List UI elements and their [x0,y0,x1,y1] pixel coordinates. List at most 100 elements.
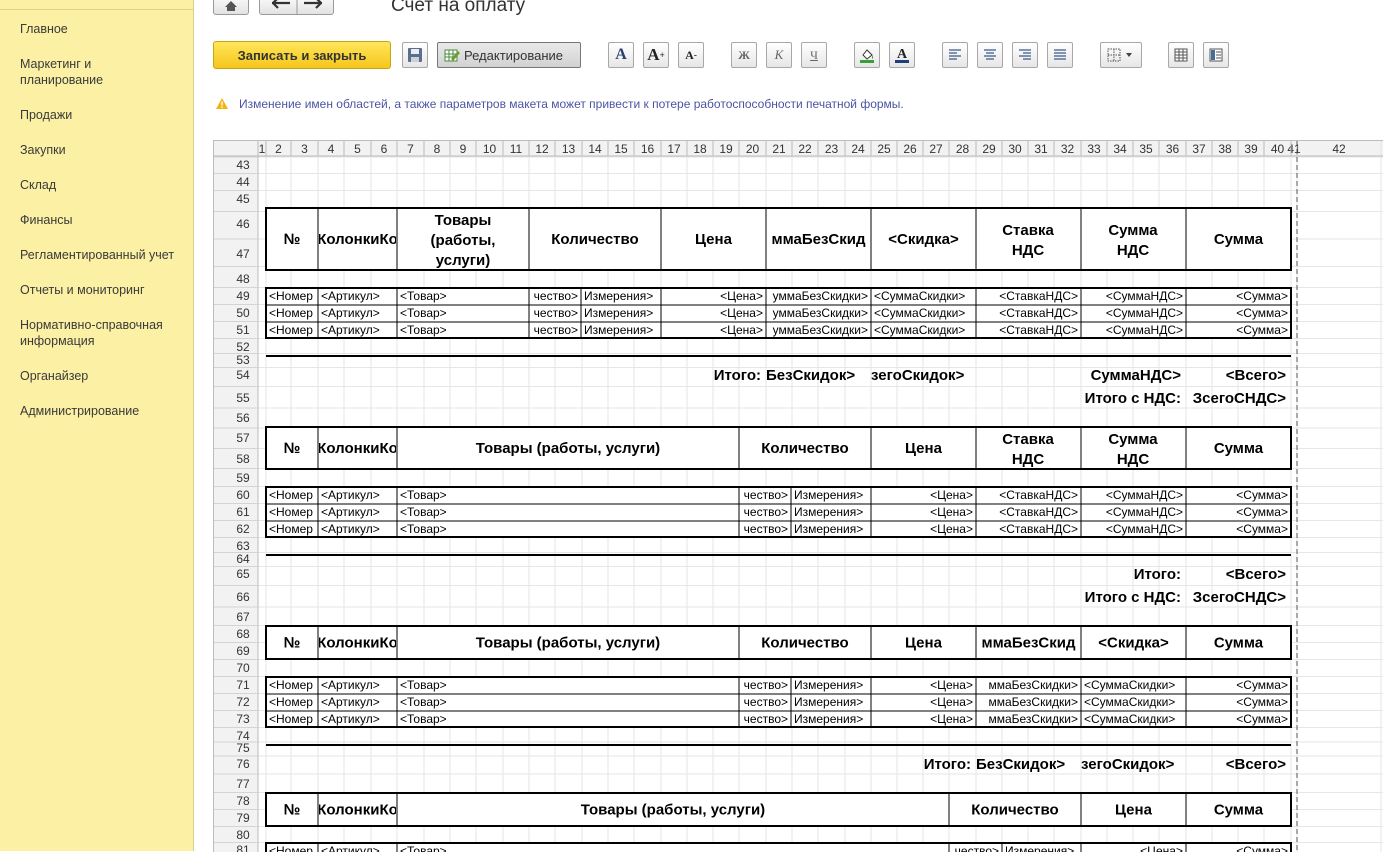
column-number: 7 [407,142,414,156]
row-number: 47 [236,247,250,261]
align-justify-button[interactable] [1047,42,1073,68]
spreadsheet-canvas[interactable]: 1 2 3 4 5 6 7 8 9 10 11 12 13 14 15 16 17 18 19 20 21 22 23 24 2… [214,141,1383,852]
column-number: 19 [719,142,733,156]
edit-mode-label: Редактирование [464,47,564,63]
cell-text: <Цена> [720,306,763,320]
column-number: 8 [434,142,441,156]
cell-text: Измерения> [794,695,863,709]
save-and-close-button[interactable]: Записать и закрыть [213,41,391,69]
sidebar-item-finance[interactable]: Финансы [20,212,185,228]
forward-arrow-icon[interactable] [304,0,322,9]
sidebar-item-organizer[interactable]: Органайзер [20,368,185,384]
cell-text: чество> [534,289,578,303]
column-number: 33 [1087,142,1101,156]
cell-text: Измерения> [794,488,863,502]
italic-button[interactable]: К [766,42,792,68]
bold-button[interactable]: Ж [731,42,757,68]
fill-color-button[interactable] [854,42,880,68]
column-number: 12 [535,142,549,156]
row-number: 58 [236,452,250,466]
cell-text: Измерения> [794,505,863,519]
cell-text: <СтавкаНДС> [999,522,1078,536]
cell-text: <Сумма> [1236,323,1288,337]
underline-button[interactable]: Ч [801,42,827,68]
column-number: 39 [1244,142,1258,156]
cell-text: <Товар> [400,289,447,303]
align-right-button[interactable] [1012,42,1038,68]
align-left-icon [949,49,961,60]
spreadsheet-editor[interactable]: 1 2 3 4 5 6 7 8 9 10 11 12 13 14 15 16 17 18 19 20 21 22 23 24 2… [213,140,1383,852]
row-number: 48 [236,272,250,286]
column-heading: № [284,635,301,652]
align-left-button[interactable] [942,42,968,68]
row-number: 65 [236,567,250,581]
column-number: 42 [1332,142,1346,156]
warning-icon [216,98,228,109]
sidebar-item-sales[interactable]: Продажи [20,107,185,123]
font-shrink-icon: A [685,47,694,62]
align-justify-icon [1054,49,1066,60]
decrease-font-button[interactable]: A- [678,42,704,68]
row-number: 75 [236,741,250,755]
cell-text: Измерения> [794,678,863,692]
column-heading: услуги) [436,252,490,269]
column-number: 18 [693,142,707,156]
row-number: 72 [236,695,250,709]
increase-font-button[interactable]: A + [643,42,669,68]
cell-text: <СуммаНДС> [1106,289,1183,303]
sidebar-item-administration[interactable]: Администрирование [20,403,185,419]
align-center-button[interactable] [977,42,1003,68]
cell-text: <Артикул> [321,522,380,536]
row-number: 53 [236,353,250,367]
sidebar-item-regulated-accounting[interactable]: Регламентированный учет [20,247,185,263]
sidebar: Главное Маркетинг и планирование Продажи … [0,0,194,851]
sidebar-item-reference[interactable]: Нормативно-справочная информация [20,317,185,349]
column-heading: Сумма [1214,440,1264,457]
total-label: Итого: [714,367,761,384]
column-number: 5 [354,142,361,156]
cell-text: <Артикул> [321,678,380,692]
row-number: 49 [236,289,250,303]
column-heading: Количество [971,802,1058,819]
sidebar-item-warehouse[interactable]: Склад [20,177,185,193]
cell-text: <Артикул> [321,505,380,519]
home-button[interactable] [213,0,249,15]
cell-text: <СтавкаНДС> [999,488,1078,502]
cell-text: Измерения> [584,323,653,337]
row-number: 54 [236,368,250,382]
back-arrow-icon[interactable] [272,0,290,9]
column-heading: Товары (работы, услуги) [581,802,765,819]
text-color-button[interactable]: A [889,42,915,68]
column-number: 15 [614,142,628,156]
column-number: 20 [746,142,760,156]
total-label: Итого: [1134,566,1181,583]
cell-text: чество> [744,678,788,692]
cell-text: <Цена> [930,678,973,692]
column-number: 32 [1061,142,1075,156]
cell-text: <СуммаСкидки> [1084,695,1175,709]
column-heading: ммаБезСкид [772,231,866,248]
row-number: 78 [236,794,250,808]
row-number: 63 [236,539,250,553]
cell-text: <Сумма> [1236,289,1288,303]
sidebar-item-main[interactable]: Главное [20,21,185,37]
column-number: 4 [328,142,335,156]
layout-button[interactable] [1203,42,1229,68]
sidebar-item-marketing[interactable]: Маркетинг и планирование [20,56,185,88]
cell-text: <Номер [269,488,313,502]
cell-text: чество> [744,488,788,502]
column-number: 22 [798,142,812,156]
table-button[interactable] [1168,42,1194,68]
sidebar-item-reports[interactable]: Отчеты и мониторинг [20,282,185,298]
borders-dropdown[interactable] [1100,42,1142,68]
total-value: <Всего> [1226,367,1286,384]
row-number: 59 [236,471,250,485]
font-button[interactable]: A [608,42,634,68]
cell-text: <Товар> [400,488,447,502]
save-button[interactable] [402,42,428,68]
edit-mode-toggle[interactable]: Редактирование [437,42,581,68]
cell-text: <Номер [269,522,313,536]
row-number: 77 [236,777,250,791]
cell-text: уммаБезСкидки> [773,323,868,337]
sidebar-item-purchases[interactable]: Закупки [20,142,185,158]
